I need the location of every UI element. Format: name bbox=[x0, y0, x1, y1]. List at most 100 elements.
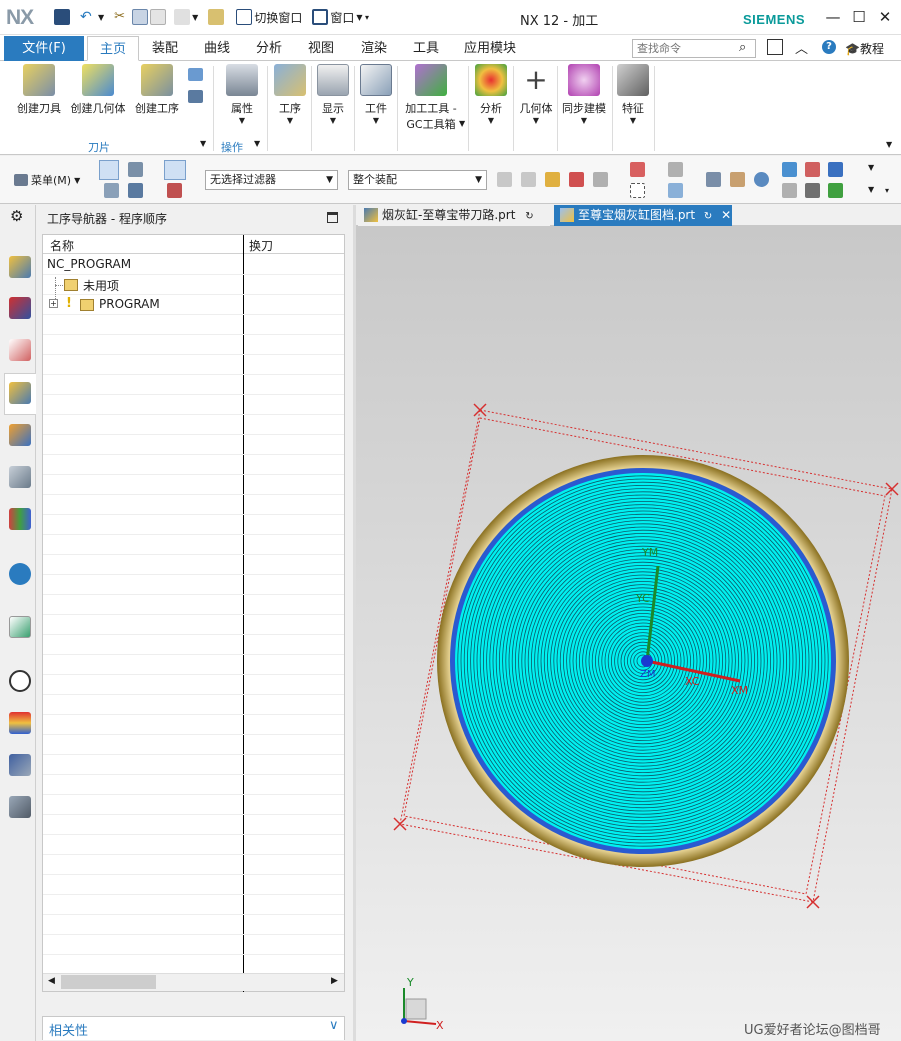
close-icon[interactable]: ✕ bbox=[874, 6, 896, 28]
graphics-window[interactable]: YM YC XC XM ZM Y X bbox=[356, 226, 901, 1041]
tab-application[interactable]: 应用模块 bbox=[455, 36, 525, 61]
table-row[interactable] bbox=[43, 395, 344, 415]
table-row[interactable] bbox=[43, 755, 344, 775]
switch-window-button[interactable]: 切换窗口 bbox=[254, 9, 302, 26]
touch-mode-icon[interactable] bbox=[208, 9, 225, 25]
table-row[interactable] bbox=[43, 335, 344, 355]
table-row[interactable] bbox=[43, 715, 344, 735]
toolbar-overflow-icon[interactable]: ▾ bbox=[885, 186, 889, 195]
snap-tool-icon-5[interactable] bbox=[593, 172, 608, 187]
layer-icon[interactable] bbox=[805, 162, 820, 177]
minimize-icon[interactable]: — bbox=[822, 6, 844, 28]
file-tab[interactable]: 文件(F) bbox=[4, 36, 84, 61]
info-icon[interactable] bbox=[9, 563, 31, 585]
create-geometry-button[interactable]: 创建几何体 bbox=[68, 64, 128, 116]
window-icon[interactable] bbox=[312, 9, 329, 25]
table-row[interactable] bbox=[43, 915, 344, 935]
view-tool-icon-1[interactable] bbox=[668, 162, 683, 177]
sync-modeling-button[interactable]: 同步建模 ▼ bbox=[559, 64, 609, 125]
table-row[interactable] bbox=[43, 495, 344, 515]
table-row[interactable] bbox=[43, 795, 344, 815]
snap-tool-icon-3[interactable] bbox=[545, 172, 560, 187]
switch-window-icon[interactable] bbox=[236, 9, 253, 25]
tutorial-link[interactable]: 🎓教程 bbox=[845, 40, 884, 57]
selection-filter-select[interactable]: 无选择过滤器 ▼ bbox=[205, 170, 338, 190]
machine-navigator-icon[interactable] bbox=[9, 424, 31, 446]
table-row[interactable] bbox=[43, 575, 344, 595]
properties-button[interactable]: 属性 ▼ bbox=[222, 64, 262, 125]
table-row[interactable] bbox=[43, 555, 344, 575]
tree-node-program[interactable]: PROGRAM bbox=[99, 297, 160, 311]
tab-curve[interactable]: 曲线 bbox=[193, 36, 241, 61]
scrollbar-thumb[interactable] bbox=[61, 975, 156, 989]
assembly-navigator-icon[interactable] bbox=[9, 256, 31, 278]
method-view-icon[interactable] bbox=[128, 183, 143, 198]
snap-tool-icon-2[interactable] bbox=[521, 172, 536, 187]
table-row[interactable] bbox=[43, 595, 344, 615]
chevron-down-icon[interactable]: ▼ bbox=[868, 163, 874, 172]
snap-tool-icon-4[interactable] bbox=[569, 172, 584, 187]
table-row[interactable] bbox=[43, 635, 344, 655]
render-style-icon[interactable] bbox=[782, 162, 797, 177]
repeat-command-icon[interactable] bbox=[174, 9, 191, 25]
system-scene-icon[interactable] bbox=[9, 796, 31, 818]
help-icon[interactable]: ? bbox=[822, 40, 836, 54]
table-row[interactable] bbox=[43, 835, 344, 855]
table-row[interactable] bbox=[43, 475, 344, 495]
show-hide-icon[interactable] bbox=[805, 183, 820, 198]
gc-toolbox-button[interactable]: 加工工具 - GC工具箱 bbox=[400, 64, 462, 132]
window-menu-button[interactable]: 窗口 bbox=[330, 9, 354, 26]
tab-view[interactable]: 视图 bbox=[297, 36, 345, 61]
repeat-dropdown-icon[interactable]: ▼ bbox=[192, 13, 198, 22]
zoom-icon[interactable] bbox=[730, 172, 745, 187]
undo-icon[interactable]: ↶ bbox=[80, 9, 96, 25]
tab-assembly[interactable]: 装配 bbox=[141, 36, 189, 61]
verify-toolpath-icon[interactable] bbox=[167, 183, 182, 198]
rotate-icon[interactable] bbox=[754, 172, 769, 187]
table-row[interactable] bbox=[43, 615, 344, 635]
cube-view-icon[interactable] bbox=[828, 162, 843, 177]
copy-icon[interactable] bbox=[132, 9, 149, 25]
chevron-down-icon[interactable]: ∨ bbox=[329, 1018, 339, 1033]
rectangle-select-icon[interactable] bbox=[630, 183, 645, 198]
table-row[interactable] bbox=[43, 895, 344, 915]
assembly-scope-select[interactable]: 整个装配 ▼ bbox=[348, 170, 487, 190]
geometry-view-icon[interactable] bbox=[104, 183, 119, 198]
history-clock-icon[interactable] bbox=[9, 670, 31, 692]
workpiece-button[interactable]: 工件 ▼ bbox=[358, 64, 394, 125]
chevron-down-icon[interactable]: ▼ bbox=[868, 185, 874, 194]
view-tool-icon-2[interactable] bbox=[668, 183, 683, 198]
ribbon-options-dropdown-icon[interactable]: ▼ bbox=[886, 140, 892, 149]
tab-render[interactable]: 渲染 bbox=[350, 36, 398, 61]
scroll-right-icon[interactable]: ▶ bbox=[331, 976, 338, 986]
tree-node-unused[interactable]: 未用项 bbox=[83, 277, 119, 294]
table-row[interactable] bbox=[43, 675, 344, 695]
snap-tool-icon-1[interactable] bbox=[497, 172, 512, 187]
history-library-icon[interactable] bbox=[9, 508, 31, 530]
window-dropdown-icon[interactable]: ▼ ▾ bbox=[356, 13, 369, 22]
table-row[interactable] bbox=[43, 355, 344, 375]
column-header-tool-change[interactable]: 换刀 bbox=[249, 237, 273, 254]
tab-home[interactable]: 主页 bbox=[87, 36, 139, 61]
save-icon[interactable] bbox=[54, 9, 70, 25]
table-row[interactable] bbox=[43, 655, 344, 675]
gc-toolbox-dropdown-icon[interactable]: ▼ bbox=[459, 119, 465, 128]
cut-icon[interactable]: ✂ bbox=[114, 9, 130, 25]
display-button[interactable]: 显示 ▼ bbox=[315, 64, 351, 125]
column-header-name[interactable]: 名称 bbox=[50, 237, 74, 254]
table-row[interactable] bbox=[43, 875, 344, 895]
full-screen-icon[interactable] bbox=[767, 39, 783, 55]
table-row[interactable] bbox=[43, 695, 344, 715]
search-icon[interactable]: ⌕ bbox=[739, 40, 746, 55]
document-tab-drawing[interactable]: 至尊宝烟灰缸图档.prt ↻ ✕ bbox=[554, 205, 732, 226]
table-row[interactable] bbox=[43, 535, 344, 555]
geometry-button[interactable]: + 几何体 ▼ bbox=[516, 64, 556, 126]
table-row[interactable] bbox=[43, 855, 344, 875]
tab-tools[interactable]: 工具 bbox=[402, 36, 450, 61]
paste-icon[interactable] bbox=[150, 9, 167, 25]
insert-small-icon-2[interactable] bbox=[188, 90, 203, 103]
model-viewport[interactable]: YM YC XC XM ZM Y X bbox=[356, 226, 901, 1041]
settings-gear-icon[interactable]: ⚙ bbox=[10, 207, 23, 225]
palette-icon[interactable] bbox=[9, 712, 31, 734]
group-actions-dropdown-icon[interactable]: ▼ bbox=[254, 139, 260, 148]
